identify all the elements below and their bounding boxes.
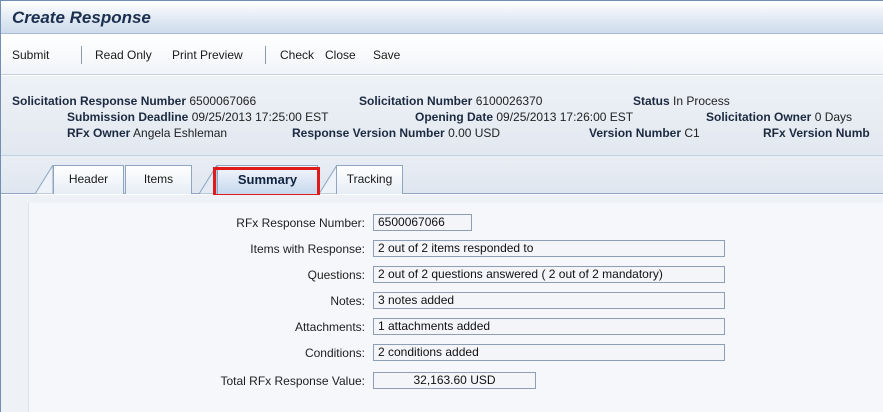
tab-strip: Header Items Summary Tracking [1, 156, 883, 194]
questions-label: Questions: [307, 268, 365, 282]
tab-edge-icon [319, 165, 337, 194]
save-button[interactable]: Save [373, 48, 400, 62]
notes-field: 3 notes added [373, 292, 725, 309]
rfx-response-number-field: 6500067066 [373, 214, 472, 231]
read-only-button[interactable]: Read Only [95, 48, 152, 62]
solicitation-response-number-label: Solicitation Response Number [12, 94, 187, 108]
questions-field: 2 out of 2 questions answered ( 2 out of… [373, 266, 725, 283]
header-line-2: Submission Deadline 09/25/2013 17:25:00 … [67, 110, 328, 124]
status-label: Status [633, 94, 670, 108]
status-value: In Process [673, 94, 730, 108]
version-number-label: Version Number [589, 126, 682, 140]
rfx-response-number-label: RFx Response Number: [236, 216, 365, 230]
header-line-3: RFx Owner Angela Eshleman [67, 126, 227, 140]
toolbar-separator [265, 46, 266, 64]
header-line-1-sn: Solicitation Number 6100026370 [359, 94, 542, 108]
tab-tracking[interactable]: Tracking [336, 165, 403, 194]
tab-edge-icon [35, 165, 53, 194]
header-line-1: Solicitation Response Number 6500067066 [12, 94, 256, 108]
opening-date-value: 09/25/2013 17:26:00 EST [496, 110, 634, 124]
items-with-response-field: 2 out of 2 items responded to [373, 240, 725, 257]
submission-deadline-label: Submission Deadline [67, 110, 189, 124]
check-button[interactable]: Check [280, 48, 314, 62]
tab-header[interactable]: Header [53, 165, 124, 194]
summary-tab-highlight [213, 167, 320, 197]
total-rfx-response-value-label: Total RFx Response Value: [220, 374, 365, 388]
summary-panel: RFx Response Number: 6500067066 Items wi… [28, 203, 883, 412]
document-header-info: Solicitation Response Number 6500067066 … [1, 76, 883, 156]
rfx-owner-label: RFx Owner [67, 126, 131, 140]
response-version-number-label: Response Version Number [292, 126, 445, 140]
version-number-value: C1 [684, 126, 700, 140]
summary-content: RFx Response Number: 6500067066 Items wi… [1, 195, 883, 412]
submission-deadline-value: 09/25/2013 17:25:00 EST [191, 110, 329, 124]
conditions-field: 2 conditions added [373, 344, 725, 361]
solicitation-owner-label: Solicitation Owner [706, 110, 812, 124]
rfx-owner-value: Angela Eshleman [133, 126, 228, 140]
title-bar: Create Response [1, 1, 883, 34]
submit-button[interactable]: Submit [12, 48, 49, 62]
solicitation-number-label: Solicitation Number [359, 94, 473, 108]
header-line-1-status: Status In Process [633, 94, 730, 108]
rfx-version-number-label: RFx Version Numb [763, 126, 870, 140]
tab-items[interactable]: Items [125, 165, 192, 194]
toolbar-separator [81, 46, 82, 64]
header-line-3-rfxvn: RFx Version Numb [763, 126, 870, 140]
close-button[interactable]: Close [325, 48, 356, 62]
opening-date-label: Opening Date [415, 110, 494, 124]
solicitation-owner-value: 0 Days [814, 110, 853, 124]
items-with-response-label: Items with Response: [250, 242, 365, 256]
page-title: Create Response [12, 8, 151, 27]
response-version-number-value: 0.00 USD [448, 126, 501, 140]
attachments-label: Attachments: [294, 320, 365, 334]
header-line-2-opening: Opening Date 09/25/2013 17:26:00 EST [415, 110, 633, 124]
solicitation-number-value: 6100026370 [475, 94, 543, 108]
print-preview-button[interactable]: Print Preview [172, 48, 243, 62]
notes-label: Notes: [330, 294, 365, 308]
total-rfx-response-value-field: 32,163.60 USD [373, 372, 536, 389]
conditions-label: Conditions: [304, 346, 365, 360]
header-line-3-vn: Version Number C1 [589, 126, 700, 140]
attachments-field: 1 attachments added [373, 318, 725, 335]
solicitation-response-number-value: 6500067066 [189, 94, 257, 108]
header-line-3-rvn: Response Version Number 0.00 USD [292, 126, 500, 140]
header-line-2-owner: Solicitation Owner 0 Days [706, 110, 852, 124]
toolbar: Submit Read Only Print Preview Check Clo… [1, 35, 883, 75]
